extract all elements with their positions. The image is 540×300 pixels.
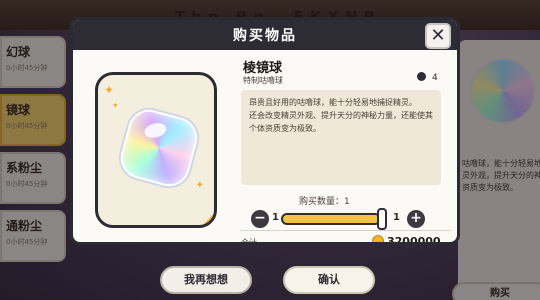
inventory-icon: [417, 72, 426, 81]
gem-shine: [142, 120, 168, 141]
item-image-frame: ✦ ✦ ✦: [95, 72, 217, 228]
think-again-button[interactable]: 我再想想: [160, 266, 252, 294]
quantity-max: 1: [393, 212, 400, 223]
quantity-selector: − 1 1 +: [251, 208, 447, 230]
confirm-button[interactable]: 确认: [283, 266, 375, 294]
description-line: 昂贵且好用的咕噜球，能十分轻易地捕捉精灵。: [249, 98, 417, 107]
increase-button[interactable]: +: [407, 210, 425, 228]
quantity-min: 1: [272, 212, 279, 223]
item-description-box: 昂贵且好用的咕噜球，能十分轻易地捕捉精灵。 还会改变精灵外观、提升天分的神秘力量…: [241, 90, 441, 185]
dialog-title: 购买物品: [233, 28, 297, 44]
owned-count: 4: [417, 72, 438, 83]
star-icon: ✦: [104, 83, 115, 97]
item-subtitle: 特制咕噜球: [243, 76, 283, 85]
star-icon: ✦: [195, 180, 204, 191]
decrease-button[interactable]: −: [251, 210, 269, 228]
item-name: 棱镜球: [243, 61, 283, 76]
dialog-header: 购买物品 ✕: [73, 20, 457, 50]
total-value: 3200000: [387, 235, 441, 245]
slider-handle[interactable]: [377, 208, 387, 230]
quantity-slider[interactable]: [281, 213, 381, 225]
total-row: 合计 3200000: [241, 230, 451, 245]
purchase-dialog: 购买物品 ✕ ✦ ✦ ✦ 棱镜球 特制咕噜球 4 昂贵且好用的咕噜球，能十分轻易…: [70, 17, 460, 245]
owned-count-value: 4: [432, 73, 438, 83]
star-icon: ✦: [112, 101, 119, 110]
quantity-label: 购买数量：1: [299, 197, 350, 207]
close-button[interactable]: ✕: [425, 23, 451, 49]
total-label: 合计: [241, 238, 257, 245]
coin-icon: [372, 235, 384, 242]
description-line: 还会改变精灵外观、提升天分的神秘力量，还能使其个体资质变为极致。: [249, 111, 433, 133]
